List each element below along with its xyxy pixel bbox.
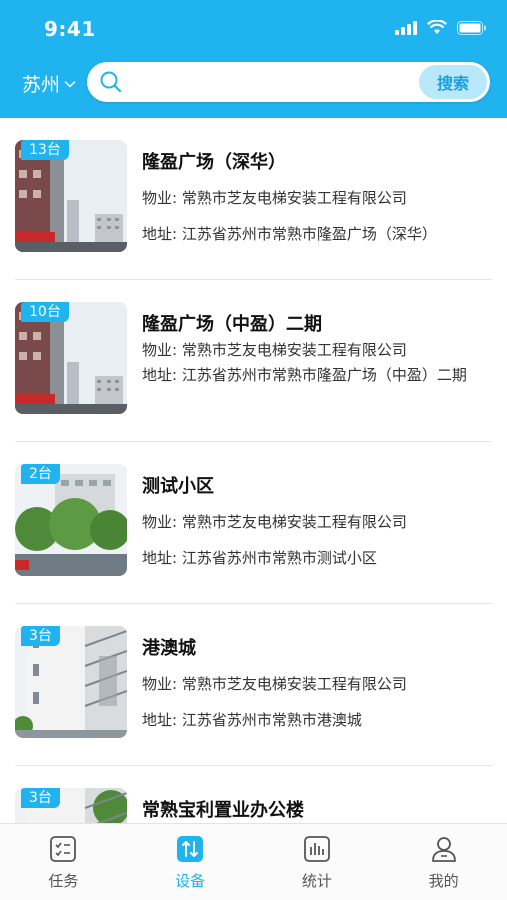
property-company: 物业: 常熟市芝友电梯安装工程有限公司	[142, 341, 407, 359]
search-icon	[100, 71, 122, 93]
property-address: 地址: 江苏省苏州市常熟市隆盈广场（中盈）二期	[142, 366, 467, 384]
chevron-down-icon	[64, 80, 76, 87]
header-bar: 9:41 苏州 搜索	[0, 0, 507, 118]
property-name: 隆盈广场（深华）	[142, 152, 286, 173]
property-card[interactable]: 3台 常熟宝利置业办公楼	[15, 766, 492, 823]
tab-label: 我的	[428, 872, 459, 890]
property-card[interactable]: 13台 隆盈广场（深华） 物业: 常熟市芝友电梯安装工程有限公司 地址: 江苏省…	[15, 118, 492, 280]
search-input[interactable]	[131, 67, 411, 97]
tab-label: 任务	[48, 872, 79, 890]
property-company: 物业: 常熟市芝友电梯安装工程有限公司	[142, 675, 407, 693]
property-list: 13台 隆盈广场（深华） 物业: 常熟市芝友电梯安装工程有限公司 地址: 江苏省…	[0, 118, 507, 823]
elevator-count-badge: 3台	[21, 626, 60, 646]
property-address: 地址: 江苏省苏州市常熟市隆盈广场（深华）	[142, 225, 437, 243]
property-company: 物业: 常熟市芝友电梯安装工程有限公司	[142, 513, 407, 531]
property-name: 测试小区	[142, 476, 214, 497]
tab-tasks[interactable]: 任务	[0, 824, 127, 900]
property-card[interactable]: 2台 测试小区 物业: 常熟市芝友电梯安装工程有限公司 地址: 江苏省苏州市常熟…	[15, 442, 492, 604]
property-company: 物业: 常熟市芝友电梯安装工程有限公司	[142, 189, 407, 207]
tab-label: 统计	[301, 872, 332, 890]
tab-statistics[interactable]: 统计	[254, 824, 381, 900]
elevator-count-badge: 3台	[21, 788, 60, 808]
property-address: 地址: 江苏省苏州市常熟市港澳城	[142, 711, 362, 729]
battery-icon	[457, 20, 486, 35]
elevator-count-badge: 2台	[21, 464, 60, 484]
city-label: 苏州	[22, 74, 61, 96]
property-name: 常熟宝利置业办公楼	[142, 800, 304, 821]
elevator-count-badge: 10台	[21, 302, 69, 322]
tab-devices[interactable]: 设备	[127, 824, 254, 900]
city-selector[interactable]: 苏州	[22, 70, 76, 97]
statistics-chart-icon	[303, 836, 330, 862]
property-card[interactable]: 3台 港澳城 物业: 常熟市芝友电梯安装工程有限公司 地址: 江苏省苏州市常熟市…	[15, 604, 492, 766]
search-button[interactable]: 搜索	[419, 65, 487, 99]
tab-label: 设备	[175, 872, 206, 890]
elevator-count-badge: 13台	[21, 140, 69, 160]
signal-icon	[395, 20, 417, 35]
device-arrows-icon	[177, 836, 204, 862]
profile-person-icon	[431, 837, 456, 862]
tab-profile[interactable]: 我的	[380, 824, 507, 900]
wifi-icon	[427, 20, 447, 34]
property-name: 港澳城	[142, 638, 196, 659]
search-box: 搜索	[87, 62, 490, 102]
status-time: 9:41	[44, 17, 96, 41]
property-name: 隆盈广场（中盈）二期	[142, 314, 322, 335]
bottom-tab-bar: 任务 设备 统计 我的	[0, 823, 507, 900]
status-icons	[395, 20, 487, 35]
property-address: 地址: 江苏省苏州市常熟市测试小区	[142, 549, 377, 567]
property-card[interactable]: 10台 隆盈广场（中盈）二期 物业: 常熟市芝友电梯安装工程有限公司 地址: 江…	[15, 280, 492, 442]
task-checklist-icon	[50, 836, 77, 862]
